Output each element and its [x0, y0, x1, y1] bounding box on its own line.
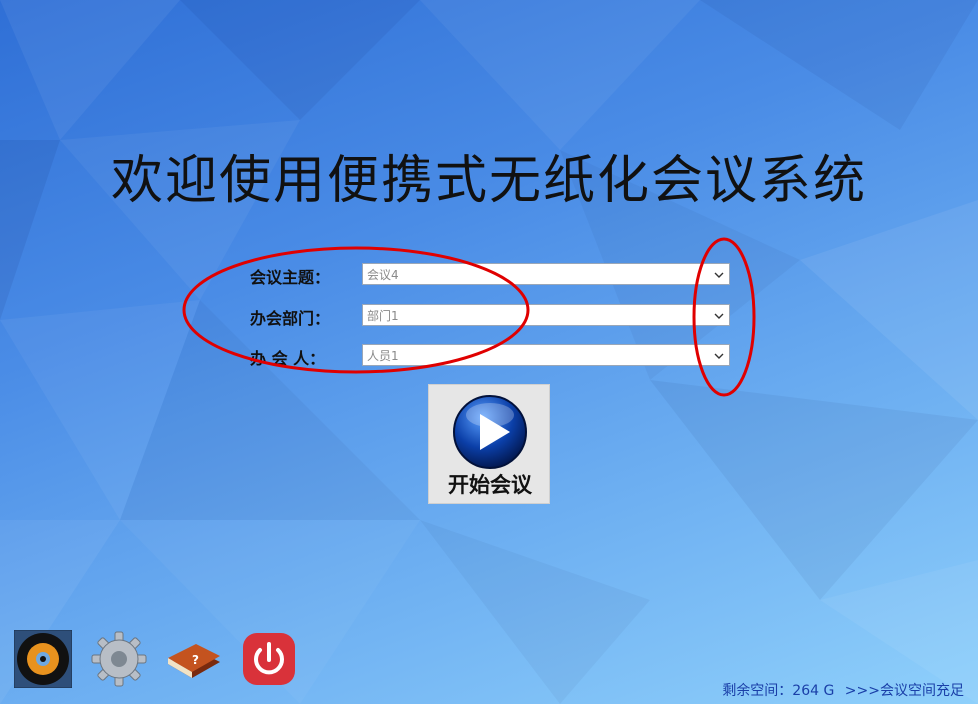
disc-button[interactable]: [13, 629, 73, 689]
storage-status: 剩余空间：264 G >>>会议空间充足: [716, 680, 964, 700]
topic-select[interactable]: 会议4: [362, 263, 730, 285]
power-icon: [243, 633, 295, 685]
book-icon: ?: [168, 644, 220, 678]
host-value: 人员1: [367, 349, 399, 363]
host-label: 办 会 人：: [250, 349, 326, 368]
department-label: 办会部门：: [250, 309, 331, 328]
svg-text:?: ?: [192, 653, 199, 667]
gear-icon: [91, 631, 147, 687]
start-meeting-label: 开始会议: [448, 472, 532, 497]
start-meeting-button[interactable]: 开始会议: [428, 384, 550, 504]
department-value: 部门1: [367, 309, 399, 323]
space-note: >>>会议空间充足: [844, 683, 964, 699]
chevron-down-icon[interactable]: [713, 310, 725, 322]
topic-label: 会议主题：: [250, 268, 331, 287]
disc-icon: [13, 629, 73, 689]
chevron-down-icon[interactable]: [713, 269, 725, 281]
chevron-down-icon[interactable]: [713, 350, 725, 362]
topic-value: 会议4: [367, 268, 399, 282]
help-button[interactable]: ?: [164, 630, 222, 688]
settings-button[interactable]: [90, 630, 148, 688]
host-select[interactable]: 人员1: [362, 344, 730, 366]
department-select[interactable]: 部门1: [362, 304, 730, 326]
space-remaining: 剩余空间：264 G: [722, 683, 835, 699]
welcome-title: 欢迎使用便携式无纸化会议系统: [110, 151, 867, 211]
power-button[interactable]: [240, 630, 298, 688]
play-icon: [453, 395, 527, 469]
